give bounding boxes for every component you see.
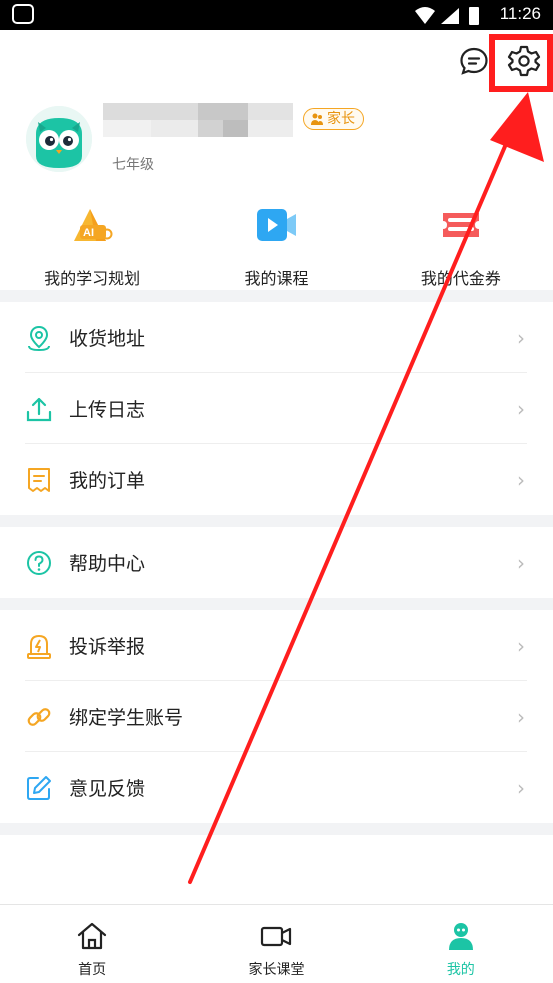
menu-item-label: 收货地址 xyxy=(69,328,146,350)
ai-plan-icon: AI xyxy=(74,209,113,241)
video-camera-icon xyxy=(261,926,292,947)
status-time: 11:26 xyxy=(499,4,541,23)
chevron-right-icon: › xyxy=(517,467,525,492)
status-icons xyxy=(415,7,479,25)
link-icon xyxy=(27,707,51,726)
menu-item-bind-student[interactable]: 绑定学生账号 › xyxy=(0,681,553,752)
quick-item-my-courses[interactable]: 我的课程 xyxy=(184,205,368,290)
home-icon xyxy=(78,922,107,950)
location-icon xyxy=(28,325,50,351)
menu-item-help[interactable]: 帮助中心 › xyxy=(0,527,553,598)
quick-item-label: 我的代金券 xyxy=(420,269,501,288)
top-bar xyxy=(0,30,553,92)
upload-icon xyxy=(26,397,52,421)
message-button[interactable] xyxy=(458,45,490,77)
feedback-icon xyxy=(27,775,51,800)
quick-item-study-plan[interactable]: AI 我的学习规划 xyxy=(0,205,184,290)
owl-avatar-icon xyxy=(26,106,92,172)
tab-label: 我的 xyxy=(446,962,475,978)
menu-item-label: 绑定学生账号 xyxy=(69,707,184,729)
username-blurred xyxy=(103,103,293,137)
menu-item-orders[interactable]: 我的订单 › xyxy=(0,444,553,515)
grade-label: 七年级 xyxy=(112,157,154,173)
section-divider xyxy=(0,290,553,302)
avatar[interactable] xyxy=(26,106,92,172)
menu-item-label: 帮助中心 xyxy=(69,553,146,575)
menu-item-label: 我的订单 xyxy=(69,470,146,492)
chevron-right-icon: › xyxy=(517,704,525,729)
menu-item-address[interactable]: 收货地址 › xyxy=(0,302,553,373)
profile-header[interactable]: 家长 七年级 › xyxy=(0,98,553,188)
quick-entries: AI 我的学习规划 我的课程 我的代金券 xyxy=(0,205,553,290)
menu-item-upload-log[interactable]: 上传日志 › xyxy=(0,373,553,444)
parent-icon xyxy=(311,113,323,125)
chevron-right-icon: › xyxy=(519,130,527,154)
status-bar: 11:26 xyxy=(0,0,553,30)
notification-app-icon xyxy=(12,4,34,24)
menu-item-label: 意见反馈 xyxy=(69,778,146,800)
chevron-right-icon: › xyxy=(517,633,525,658)
settings-button[interactable] xyxy=(506,43,542,79)
tab-mine[interactable]: 我的 xyxy=(369,905,553,983)
menu-item-label: 上传日志 xyxy=(69,399,146,421)
menu-item-report[interactable]: 投诉举报 › xyxy=(0,610,553,681)
menu-item-feedback[interactable]: 意见反馈 › xyxy=(0,752,553,823)
bottom-tab-bar: 首页 家长课堂 我的 xyxy=(0,904,553,983)
profile-icon xyxy=(448,923,473,950)
report-icon xyxy=(27,634,51,659)
section-divider xyxy=(0,515,553,527)
chevron-right-icon: › xyxy=(517,550,525,575)
gear-icon xyxy=(507,45,541,77)
quick-item-label: 我的学习规划 xyxy=(44,269,141,288)
section-divider xyxy=(0,598,553,610)
chevron-right-icon: › xyxy=(517,396,525,421)
quick-item-label: 我的课程 xyxy=(244,269,309,288)
tab-parent-class[interactable]: 家长课堂 xyxy=(184,905,368,983)
video-course-icon xyxy=(257,209,297,241)
chat-bubble-icon xyxy=(460,47,488,75)
voucher-icon xyxy=(442,213,479,237)
section-divider xyxy=(0,823,553,835)
chevron-right-icon: › xyxy=(517,775,525,800)
quick-item-vouchers[interactable]: 我的代金券 xyxy=(369,205,553,290)
tab-home[interactable]: 首页 xyxy=(0,905,184,983)
order-icon xyxy=(28,467,50,492)
role-badge: 家长 xyxy=(303,108,364,130)
tab-label: 家长课堂 xyxy=(248,962,305,978)
role-badge-label: 家长 xyxy=(327,111,355,127)
help-icon xyxy=(27,550,51,575)
menu-item-label: 投诉举报 xyxy=(69,636,146,658)
svg-text:AI: AI xyxy=(83,227,94,239)
tab-label: 首页 xyxy=(78,962,107,978)
chevron-right-icon: › xyxy=(517,325,525,350)
